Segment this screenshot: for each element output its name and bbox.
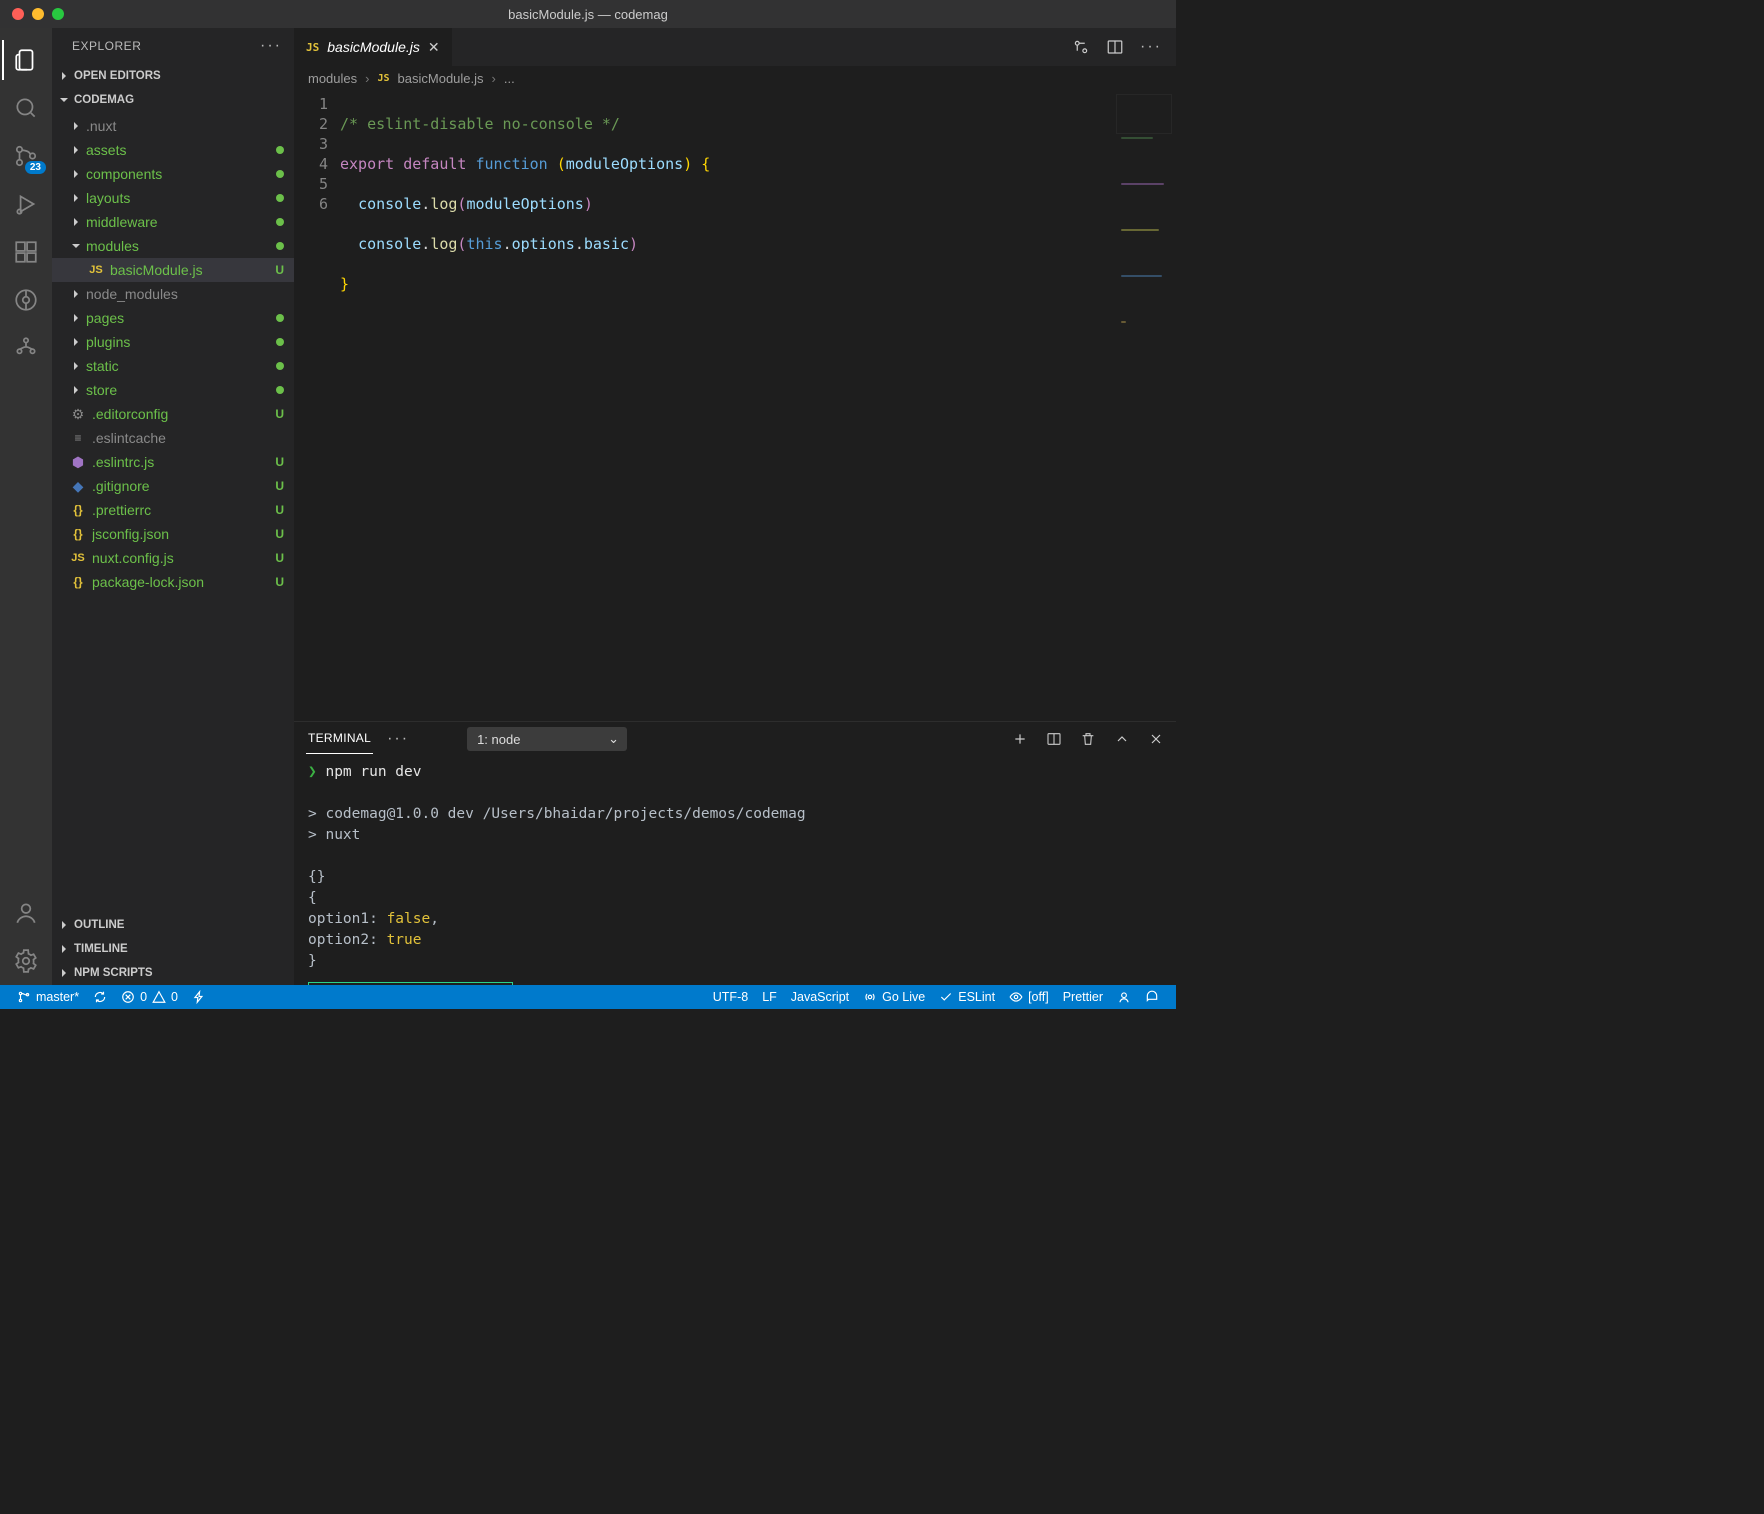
go-live-button[interactable]: Go Live bbox=[856, 985, 932, 1009]
panel-more-button[interactable]: ··· bbox=[387, 730, 409, 748]
compare-icon[interactable] bbox=[1072, 38, 1090, 56]
activity-bar: 23 bbox=[0, 28, 52, 985]
file-eslintrc[interactable]: ⬢.eslintrc.jsU bbox=[52, 450, 294, 474]
js-icon: JS bbox=[306, 41, 319, 54]
timeline-section[interactable]: TIMELINE bbox=[52, 937, 294, 961]
editor-more-button[interactable]: ··· bbox=[1140, 38, 1162, 56]
folder-middleware[interactable]: middleware bbox=[52, 210, 294, 234]
hexagon-icon: ⬢ bbox=[70, 454, 86, 471]
prettier-status[interactable]: Prettier bbox=[1056, 985, 1110, 1009]
problems-status[interactable]: 0 0 bbox=[114, 985, 185, 1009]
code-editor[interactable]: 1 2 3 4 5 6 /* eslint-disable no-console… bbox=[294, 90, 1176, 721]
file-prettierrc[interactable]: {}.prettierrcU bbox=[52, 498, 294, 522]
editor-tabs: JS basicModule.js ✕ ··· bbox=[294, 28, 1176, 66]
open-editors-section[interactable]: OPEN EDITORS bbox=[52, 64, 294, 88]
split-terminal-button[interactable] bbox=[1046, 731, 1062, 747]
settings-button[interactable] bbox=[2, 937, 50, 985]
terminal-selector[interactable]: 1: node ⌄ bbox=[467, 727, 627, 751]
window-controls bbox=[12, 8, 64, 20]
minimap[interactable] bbox=[1116, 94, 1172, 134]
feedback-button[interactable] bbox=[1110, 985, 1138, 1009]
file-package-lock[interactable]: {}package-lock.jsonU bbox=[52, 570, 294, 594]
folder-plugins[interactable]: plugins bbox=[52, 330, 294, 354]
maximize-window-button[interactable] bbox=[52, 8, 64, 20]
split-editor-icon[interactable] bbox=[1106, 38, 1124, 56]
terminal-tab[interactable]: TERMINAL bbox=[306, 725, 373, 754]
minimize-window-button[interactable] bbox=[32, 8, 44, 20]
explorer-view-button[interactable] bbox=[2, 36, 50, 84]
folder-components[interactable]: components bbox=[52, 162, 294, 186]
source-control-view-button[interactable]: 23 bbox=[2, 132, 50, 180]
breadcrumb-folder[interactable]: modules bbox=[308, 71, 357, 86]
sync-status[interactable] bbox=[86, 985, 114, 1009]
live-server-indicator[interactable] bbox=[185, 985, 213, 1009]
git-graph-view-button[interactable] bbox=[2, 324, 50, 372]
file-gitignore[interactable]: ◆.gitignoreU bbox=[52, 474, 294, 498]
folder-layouts[interactable]: layouts bbox=[52, 186, 294, 210]
breadcrumb-symbol[interactable]: ... bbox=[504, 71, 515, 86]
encoding-status[interactable]: UTF-8 bbox=[706, 985, 755, 1009]
window-title: basicModule.js — codemag bbox=[0, 7, 1176, 22]
npm-scripts-section[interactable]: NPM SCRIPTS bbox=[52, 961, 294, 985]
terminal-output[interactable]: ❯ npm run dev > codemag@1.0.0 dev /Users… bbox=[294, 756, 1176, 985]
project-section[interactable]: CODEMAG bbox=[52, 88, 294, 112]
search-view-button[interactable] bbox=[2, 84, 50, 132]
language-status[interactable]: JavaScript bbox=[784, 985, 856, 1009]
accounts-button[interactable] bbox=[2, 889, 50, 937]
folder-static[interactable]: static bbox=[52, 354, 294, 378]
file-nuxt-config[interactable]: JSnuxt.config.jsU bbox=[52, 546, 294, 570]
braces-icon: {} bbox=[70, 503, 86, 517]
close-window-button[interactable] bbox=[12, 8, 24, 20]
outline-section[interactable]: OUTLINE bbox=[52, 913, 294, 937]
extensions-view-button[interactable] bbox=[2, 228, 50, 276]
run-debug-view-button[interactable] bbox=[2, 180, 50, 228]
gear-icon: ⚙ bbox=[70, 406, 86, 423]
lines-icon: ≡ bbox=[70, 431, 86, 445]
braces-icon: {} bbox=[70, 575, 86, 589]
folder-assets[interactable]: assets bbox=[52, 138, 294, 162]
close-tab-button[interactable]: ✕ bbox=[428, 39, 440, 56]
screencast-status[interactable]: [off] bbox=[1002, 985, 1056, 1009]
file-editorconfig[interactable]: ⚙.editorconfigU bbox=[52, 402, 294, 426]
maximize-panel-button[interactable] bbox=[1114, 731, 1130, 747]
chevron-down-icon: ⌄ bbox=[608, 731, 619, 747]
sidebar-actions-button[interactable]: ··· bbox=[260, 37, 282, 55]
sidebar-header: EXPLORER ··· bbox=[52, 28, 294, 64]
braces-icon: {} bbox=[70, 527, 86, 541]
editor-actions: ··· bbox=[1072, 28, 1176, 66]
title-bar: basicModule.js — codemag bbox=[0, 0, 1176, 28]
panel-tabs: TERMINAL ··· 1: node ⌄ bbox=[294, 722, 1176, 756]
sidebar: EXPLORER ··· OPEN EDITORS CODEMAG .nuxt … bbox=[52, 28, 294, 985]
panel: TERMINAL ··· 1: node ⌄ ❯ npm run dev > c… bbox=[294, 721, 1176, 985]
eslint-status[interactable]: ESLint bbox=[932, 985, 1002, 1009]
close-panel-button[interactable] bbox=[1148, 731, 1164, 747]
folder-pages[interactable]: pages bbox=[52, 306, 294, 330]
breadcrumbs[interactable]: modules › JS basicModule.js › ... bbox=[294, 66, 1176, 90]
eol-status[interactable]: LF bbox=[755, 985, 784, 1009]
diamond-icon: ◆ bbox=[70, 478, 86, 495]
file-jsconfig[interactable]: {}jsconfig.jsonU bbox=[52, 522, 294, 546]
sidebar-title: EXPLORER bbox=[72, 39, 141, 53]
folder-modules[interactable]: modules bbox=[52, 234, 294, 258]
tab-basic-module[interactable]: JS basicModule.js ✕ bbox=[294, 28, 453, 66]
folder-nuxt[interactable]: .nuxt bbox=[52, 114, 294, 138]
gitlens-view-button[interactable] bbox=[2, 276, 50, 324]
scm-badge: 23 bbox=[25, 161, 46, 174]
file-basic-module[interactable]: JSbasicModule.jsU bbox=[52, 258, 294, 282]
editor-group: JS basicModule.js ✕ ··· modules › JS bas… bbox=[294, 28, 1176, 985]
file-eslintcache[interactable]: ≡.eslintcache bbox=[52, 426, 294, 450]
status-bar: master* 0 0 UTF-8 LF JavaScript Go Live … bbox=[0, 985, 1176, 1009]
js-icon: JS bbox=[70, 552, 86, 564]
line-gutter: 1 2 3 4 5 6 bbox=[294, 90, 340, 721]
branch-status[interactable]: master* bbox=[10, 985, 86, 1009]
js-icon: JS bbox=[377, 73, 389, 84]
code-area[interactable]: /* eslint-disable no-console */ export d… bbox=[340, 90, 1176, 721]
new-terminal-button[interactable] bbox=[1012, 731, 1028, 747]
breadcrumb-file[interactable]: basicModule.js bbox=[398, 71, 484, 86]
folder-store[interactable]: store bbox=[52, 378, 294, 402]
notifications-button[interactable] bbox=[1138, 985, 1166, 1009]
folder-node-modules[interactable]: node_modules bbox=[52, 282, 294, 306]
kill-terminal-button[interactable] bbox=[1080, 731, 1096, 747]
file-tree: .nuxt assets components layouts middlewa… bbox=[52, 112, 294, 913]
